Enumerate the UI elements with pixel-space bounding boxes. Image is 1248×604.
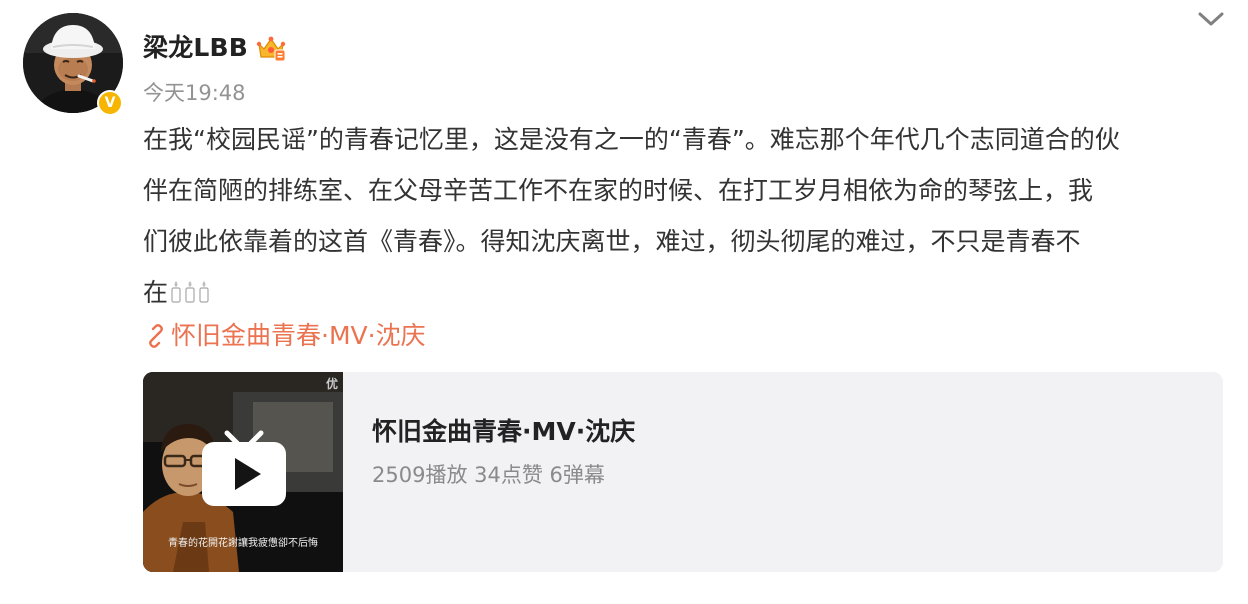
crown-vip-icon[interactable] [256,33,286,63]
weibo-post: V 梁龙LBB 今天19:48 在我“校园民谣”的青春记忆里，这是没有之一的“青… [0,0,1248,604]
post-text-line: 在我“校园民谣”的青春记忆里，这是没有之一的“青春”。难忘那个年代几个志同道合的… [143,125,1120,154]
link-icon [143,323,169,349]
chevron-down-icon[interactable] [1198,10,1224,28]
video-link[interactable]: 怀旧金曲青春·MV·沈庆 [143,316,426,356]
video-card[interactable]: 优 青春的花開花謝讓我疲憊卻不后悔 怀旧金曲青春·MV·沈庆 2509播放 34… [143,372,1223,572]
verified-badge: V [97,90,123,116]
post-text-line: 伴在简陋的排练室、在父母辛苦工作不在家的时候、在打工岁月相依为命的琴弦上，我 [143,176,1094,205]
author-row: 梁龙LBB [143,30,286,66]
post-text-line-last: 在 [143,267,1228,318]
link-text[interactable]: 怀旧金曲青春·MV·沈庆 [171,316,426,356]
thumb-corner-mark: 优 [325,377,338,391]
post-text-line: 在 [143,278,169,307]
play-icon[interactable] [199,427,289,509]
video-thumbnail[interactable]: 优 青春的花開花謝讓我疲憊卻不后悔 [143,372,343,572]
thumb-subtitle: 青春的花開花謝讓我疲憊卻不后悔 [168,538,318,549]
avatar[interactable]: V [23,13,123,116]
video-stats: 2509播放 34点赞 6弹幕 [372,463,605,487]
candle-icon [169,271,211,322]
post-text-line: 们彼此依靠着的这首《青春》。得知沈庆离世，难过，彻头彻尾的难过，不只是青春不 [143,227,1081,256]
post-body: 在我“校园民谣”的青春记忆里，这是没有之一的“青春”。难忘那个年代几个志同道合的… [143,114,1228,318]
post-timestamp[interactable]: 今天19:48 [143,79,246,107]
video-title[interactable]: 怀旧金曲青春·MV·沈庆 [372,412,635,452]
author-name[interactable]: 梁龙LBB [143,30,248,66]
